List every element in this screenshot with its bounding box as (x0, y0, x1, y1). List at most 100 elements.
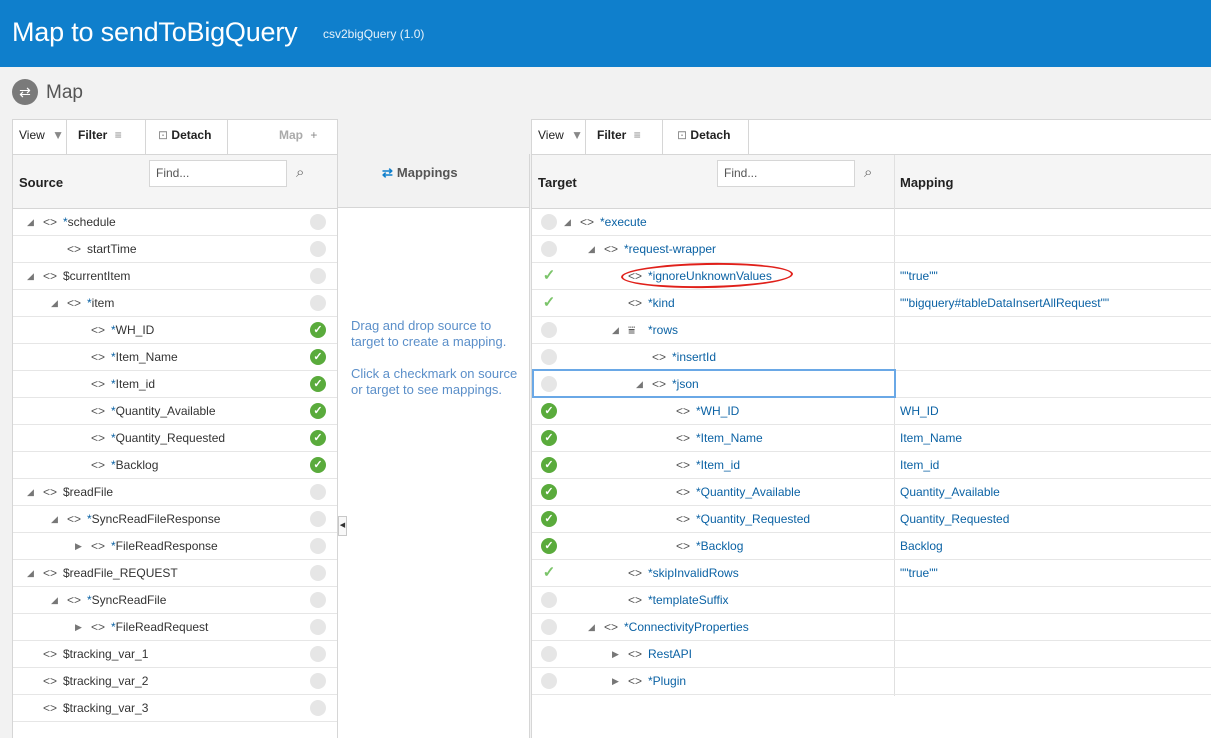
target-view-menu[interactable]: View ▼ (532, 120, 586, 154)
source-tree-row[interactable]: ▶ <> *FileReadResponse (13, 533, 337, 560)
source-tree-row[interactable]: ◢ <> *SyncReadFile (13, 587, 337, 614)
checkmark-icon[interactable]: ✓ (310, 457, 326, 473)
checkmark-icon[interactable]: ✓ (310, 376, 326, 392)
collapse-panel-handle[interactable]: ◀ (338, 516, 347, 536)
target-tree-row[interactable]: ✓ <> *skipInvalidRows ""true"" (532, 560, 1211, 587)
source-tree-row[interactable]: ▶ <> *FileReadRequest (13, 614, 337, 641)
unmapped-status-icon[interactable] (310, 673, 326, 689)
unmapped-status-icon[interactable] (310, 565, 326, 581)
checkmark-icon[interactable]: ✓ (541, 403, 557, 419)
unmapped-status-icon[interactable] (541, 592, 557, 608)
target-tree-row[interactable]: ✓ <> *Backlog Backlog (532, 533, 1211, 560)
mapping-value[interactable]: ""true"" (900, 263, 938, 289)
target-tree-row[interactable]: <> *templateSuffix (532, 587, 1211, 614)
source-tree-row[interactable]: ◢ <> *SyncReadFileResponse (13, 506, 337, 533)
unmapped-status-icon[interactable] (310, 592, 326, 608)
source-view-menu[interactable]: View ▼ (13, 120, 67, 154)
collapse-icon[interactable]: ◢ (564, 209, 571, 235)
checkmark-icon[interactable]: ✓ (310, 322, 326, 338)
mapping-value[interactable]: Quantity_Available (900, 479, 1000, 505)
expand-icon[interactable]: ▶ (75, 614, 82, 640)
search-icon[interactable]: ⌕ (864, 164, 872, 181)
source-tree-row[interactable]: <> $tracking_var_3 (13, 695, 337, 722)
collapse-icon[interactable]: ◢ (27, 263, 34, 289)
collapse-icon[interactable]: ◢ (51, 587, 58, 613)
unmapped-status-icon[interactable] (541, 214, 557, 230)
checkmark-icon[interactable]: ✓ (310, 349, 326, 365)
collapse-icon[interactable]: ◢ (51, 290, 58, 316)
collapse-icon[interactable]: ◢ (27, 479, 34, 505)
checkmark-icon[interactable]: ✓ (541, 484, 557, 500)
collapse-icon[interactable]: ◢ (612, 317, 619, 343)
source-tree-row[interactable]: <> $tracking_var_2 (13, 668, 337, 695)
checkmark-icon[interactable]: ✓ (541, 295, 557, 311)
unmapped-status-icon[interactable] (310, 700, 326, 716)
source-tree-row[interactable]: <> *Item_id ✓ (13, 371, 337, 398)
target-tree-row[interactable]: ▶ <> *Plugin (532, 668, 1211, 695)
collapse-icon[interactable]: ◢ (588, 236, 595, 262)
unmapped-status-icon[interactable] (541, 349, 557, 365)
collapse-icon[interactable]: ◢ (51, 506, 58, 532)
target-filter-button[interactable]: Filter ≡ (591, 120, 663, 154)
mapping-value[interactable]: Backlog (900, 533, 943, 559)
unmapped-status-icon[interactable] (310, 214, 326, 230)
target-tree-row[interactable]: ◢ <> *execute (532, 209, 1211, 236)
mapping-value[interactable]: ""true"" (900, 560, 938, 586)
unmapped-status-icon[interactable] (310, 646, 326, 662)
expand-icon[interactable]: ▶ (75, 533, 82, 559)
unmapped-status-icon[interactable] (541, 619, 557, 635)
unmapped-status-icon[interactable] (310, 511, 326, 527)
checkmark-icon[interactable]: ✓ (541, 565, 557, 581)
target-tree-row[interactable]: ✓ <> *Quantity_Requested Quantity_Requested (532, 506, 1211, 533)
source-tree-row[interactable]: <> $tracking_var_1 (13, 641, 337, 668)
search-icon[interactable]: ⌕ (296, 164, 304, 181)
checkmark-icon[interactable]: ✓ (541, 268, 557, 284)
target-tree-row[interactable]: ◢ ⩸ *rows (532, 317, 1211, 344)
source-tree-row[interactable]: <> startTime (13, 236, 337, 263)
source-find-input[interactable]: Find... (149, 160, 287, 187)
source-tree-row[interactable]: <> *Quantity_Requested ✓ (13, 425, 337, 452)
source-tree-row[interactable]: <> *Item_Name ✓ (13, 344, 337, 371)
collapse-icon[interactable]: ◢ (27, 209, 34, 235)
target-tree-row[interactable]: ✓ <> *Quantity_Available Quantity_Available (532, 479, 1211, 506)
checkmark-icon[interactable]: ✓ (541, 457, 557, 473)
mapping-value[interactable]: Item_Name (900, 425, 962, 451)
target-tree-row[interactable]: ✓ <> *Item_Name Item_Name (532, 425, 1211, 452)
source-tree-row[interactable]: ◢ <> $readFile_REQUEST (13, 560, 337, 587)
source-tree-row[interactable]: ◢ <> *schedule (13, 209, 337, 236)
target-tree-row[interactable]: ✓ <> *WH_ID WH_ID (532, 398, 1211, 425)
unmapped-status-icon[interactable] (541, 241, 557, 257)
target-tree-row[interactable]: ◢ <> *ConnectivityProperties (532, 614, 1211, 641)
target-tree-row[interactable]: ◢ <> *request-wrapper (532, 236, 1211, 263)
source-tree-row[interactable]: <> *WH_ID ✓ (13, 317, 337, 344)
source-tree-row[interactable]: ◢ <> *item (13, 290, 337, 317)
expand-icon[interactable]: ▶ (612, 668, 619, 694)
checkmark-icon[interactable]: ✓ (310, 403, 326, 419)
source-detach-button[interactable]: ⊡ Detach (148, 120, 228, 154)
mapping-value[interactable]: Quantity_Requested (900, 506, 1009, 532)
unmapped-status-icon[interactable] (310, 268, 326, 284)
target-tree-row[interactable]: <> *insertId (532, 344, 1211, 371)
unmapped-status-icon[interactable] (541, 646, 557, 662)
target-detach-button[interactable]: ⊡ Detach (667, 120, 749, 154)
source-tree-row[interactable]: ◢ <> $currentItem (13, 263, 337, 290)
mapping-value[interactable]: Item_id (900, 452, 939, 478)
unmapped-status-icon[interactable] (310, 241, 326, 257)
unmapped-status-icon[interactable] (310, 295, 326, 311)
unmapped-status-icon[interactable] (310, 538, 326, 554)
source-filter-button[interactable]: Filter ≡ (72, 120, 146, 154)
map-button[interactable]: Map + (273, 120, 339, 154)
source-tree-row[interactable]: <> *Backlog ✓ (13, 452, 337, 479)
collapse-icon[interactable]: ◢ (588, 614, 595, 640)
checkmark-icon[interactable]: ✓ (541, 511, 557, 527)
target-tree-row[interactable]: ▶ <> RestAPI (532, 641, 1211, 668)
checkmark-icon[interactable]: ✓ (310, 430, 326, 446)
checkmark-icon[interactable]: ✓ (541, 538, 557, 554)
expand-icon[interactable]: ▶ (612, 641, 619, 667)
target-find-input[interactable]: Find... (717, 160, 855, 187)
checkmark-icon[interactable]: ✓ (541, 430, 557, 446)
unmapped-status-icon[interactable] (310, 619, 326, 635)
collapse-icon[interactable]: ◢ (27, 560, 34, 586)
mapping-value[interactable]: ""bigquery#tableDataInsertAllRequest"" (900, 290, 1109, 316)
unmapped-status-icon[interactable] (541, 673, 557, 689)
